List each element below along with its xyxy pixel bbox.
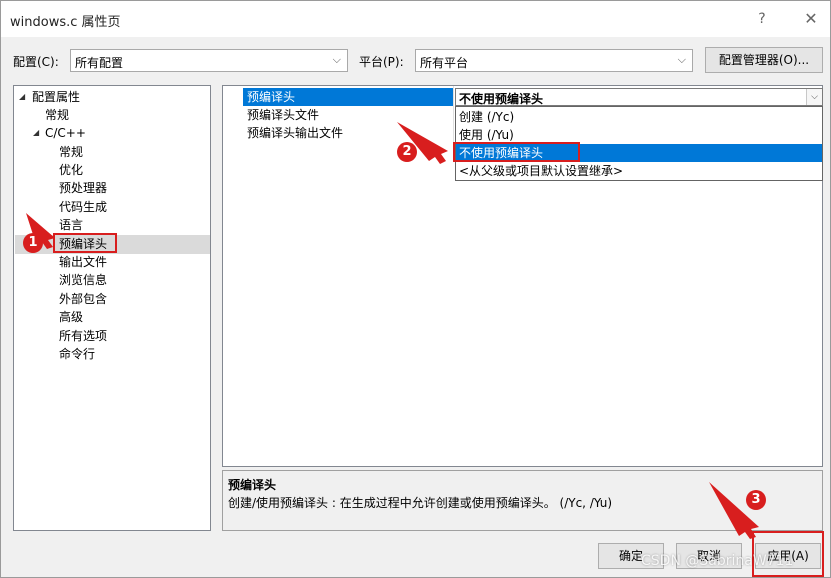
- window-title: windows.c 属性页: [10, 15, 121, 30]
- chevron-down-icon: ⌵: [677, 53, 686, 66]
- tree-item-all-options[interactable]: 所有选项: [59, 327, 107, 345]
- highlight-box-1: [53, 233, 117, 253]
- tree-item-config-properties[interactable]: 配置属性: [32, 88, 80, 106]
- grid-divider: [453, 86, 454, 142]
- expand-arrow-icon[interactable]: ◢: [33, 128, 39, 137]
- tree-item-code-generation[interactable]: 代码生成: [59, 198, 107, 216]
- tree-item-external-includes[interactable]: 外部包含: [59, 290, 107, 308]
- badge-step-3: 3: [746, 490, 766, 510]
- tree-item-cpp[interactable]: C/C++: [45, 124, 86, 142]
- highlight-box-2: [453, 142, 580, 162]
- chevron-down-icon[interactable]: ⌵: [806, 89, 822, 105]
- close-icon[interactable]: ✕: [796, 7, 826, 31]
- property-tree: ◢ 配置属性 常规 ◢ C/C++ 常规 优化 预处理器 代码生成 语言 预编译…: [13, 85, 211, 531]
- help-icon[interactable]: ?: [747, 7, 777, 31]
- property-pages-dialog: windows.c 属性页 ? ✕ 配置(C): 所有配置 ⌵ 平台(P): 所…: [0, 0, 831, 578]
- description-title: 预编译头: [228, 478, 277, 492]
- badge-step-2: 2: [397, 142, 417, 162]
- badge-step-1: 1: [23, 233, 43, 253]
- tree-item-advanced[interactable]: 高级: [59, 308, 83, 326]
- title-bar: windows.c 属性页 ? ✕: [1, 1, 830, 37]
- platform-value: 所有平台: [420, 56, 469, 70]
- tree-item-general[interactable]: 常规: [45, 106, 69, 124]
- precompiled-header-select[interactable]: 不使用预编译头 ⌵: [455, 88, 823, 106]
- chevron-down-icon: ⌵: [332, 53, 341, 66]
- tree-item-preprocessor[interactable]: 预处理器: [59, 179, 107, 197]
- grid-row-precompiled-header-output[interactable]: 预编译头输出文件: [243, 124, 453, 142]
- description-pane: 预编译头 创建/使用预编译头 : 在生成过程中允许创建或使用预编译头。 (/Yc…: [222, 470, 823, 531]
- tree-item-output-files[interactable]: 输出文件: [59, 253, 107, 271]
- tree-item-language[interactable]: 语言: [59, 216, 83, 234]
- platform-select[interactable]: 所有平台 ⌵: [415, 49, 693, 72]
- config-select[interactable]: 所有配置 ⌵: [70, 49, 348, 72]
- config-label: 配置(C):: [13, 55, 59, 69]
- tree-item-optimization[interactable]: 优化: [59, 161, 83, 179]
- description-text: 创建/使用预编译头 : 在生成过程中允许创建或使用预编译头。 (/Yc, /Yu…: [228, 496, 613, 510]
- option-create[interactable]: 创建 (/Yc): [456, 108, 822, 126]
- platform-label: 平台(P):: [359, 55, 404, 69]
- tree-item-browse-info[interactable]: 浏览信息: [59, 271, 107, 289]
- expand-arrow-icon[interactable]: ◢: [19, 92, 25, 101]
- grid-row-precompiled-header-file[interactable]: 预编译头文件: [243, 106, 453, 124]
- grid-row-precompiled-header[interactable]: 预编译头: [243, 88, 453, 106]
- tree-item-command-line[interactable]: 命令行: [59, 345, 95, 363]
- watermark: CSDN @SabrinaW711: [641, 553, 794, 569]
- config-manager-button[interactable]: 配置管理器(O)...: [705, 47, 823, 73]
- config-value: 所有配置: [75, 56, 124, 70]
- precompiled-header-value: 不使用预编译头: [459, 92, 544, 106]
- tree-item-cpp-general[interactable]: 常规: [59, 143, 83, 161]
- option-inherit[interactable]: <从父级或项目默认设置继承>: [456, 162, 822, 180]
